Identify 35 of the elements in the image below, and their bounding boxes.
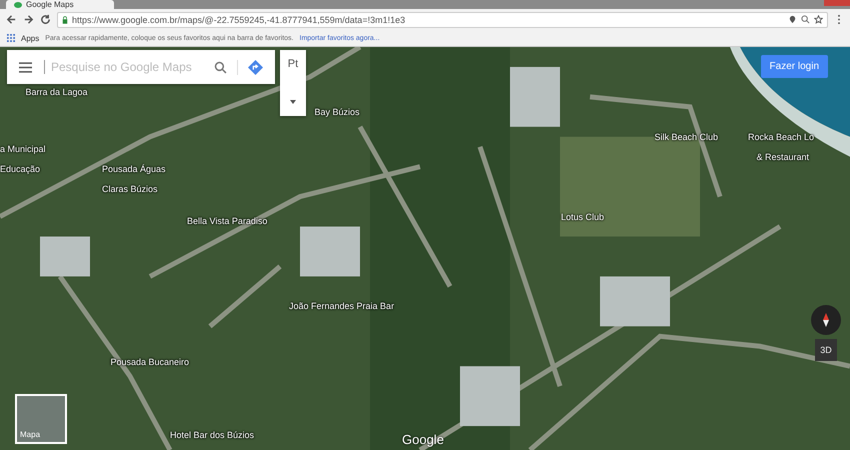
- directions-icon[interactable]: [237, 60, 263, 74]
- address-bar[interactable]: https://www.google.com.br/maps/@-22.7559245,-41.8777941,559m/data=!3m1!1e3: [57, 12, 828, 28]
- star-icon[interactable]: [814, 15, 823, 24]
- back-icon[interactable]: [6, 14, 17, 25]
- reload-icon[interactable]: [40, 14, 51, 25]
- place-label[interactable]: Hotel Bar dos Búzios: [170, 430, 254, 440]
- login-button[interactable]: Fazer login: [760, 55, 828, 78]
- place-label[interactable]: Bella Vista Paradiso: [187, 216, 268, 226]
- forward-icon[interactable]: [23, 14, 34, 25]
- 3d-button[interactable]: 3D: [815, 339, 837, 361]
- zoom-icon[interactable]: [801, 15, 810, 24]
- apps-grid-icon[interactable]: [7, 34, 15, 42]
- location-icon[interactable]: [788, 15, 797, 24]
- place-label[interactable]: Barra da Lagoa: [26, 87, 88, 98]
- place-label[interactable]: Pousada Águas: [102, 164, 166, 174]
- place-label[interactable]: & Restaurant: [756, 152, 810, 162]
- place-label[interactable]: Pousada Bucaneiro: [110, 357, 190, 368]
- language-button[interactable]: Pt: [280, 50, 306, 116]
- place-label[interactable]: Lotus Club: [561, 212, 604, 222]
- place-label[interactable]: Rocka Beach Lo: [748, 132, 814, 142]
- place-label[interactable]: Claras Búzios: [102, 184, 158, 194]
- place-label[interactable]: Silk Beach Club: [654, 132, 718, 142]
- place-label[interactable]: Bay Búzios: [314, 107, 360, 118]
- place-label[interactable]: a Municipal: [0, 144, 46, 154]
- menu-icon[interactable]: [837, 14, 841, 25]
- search-icon[interactable]: [214, 60, 227, 74]
- lock-icon: [62, 16, 68, 24]
- google-logo: Google: [402, 432, 444, 447]
- caret-icon: [290, 100, 296, 104]
- map-layer-switch[interactable]: Mapa: [15, 394, 67, 444]
- place-label[interactable]: João Fernandes Praia Bar: [289, 300, 394, 311]
- place-label[interactable]: Educação: [0, 164, 40, 174]
- browser-tab[interactable]: Google Maps: [6, 0, 114, 9]
- apps-link[interactable]: Apps: [21, 34, 40, 42]
- menu-icon[interactable]: [19, 62, 32, 72]
